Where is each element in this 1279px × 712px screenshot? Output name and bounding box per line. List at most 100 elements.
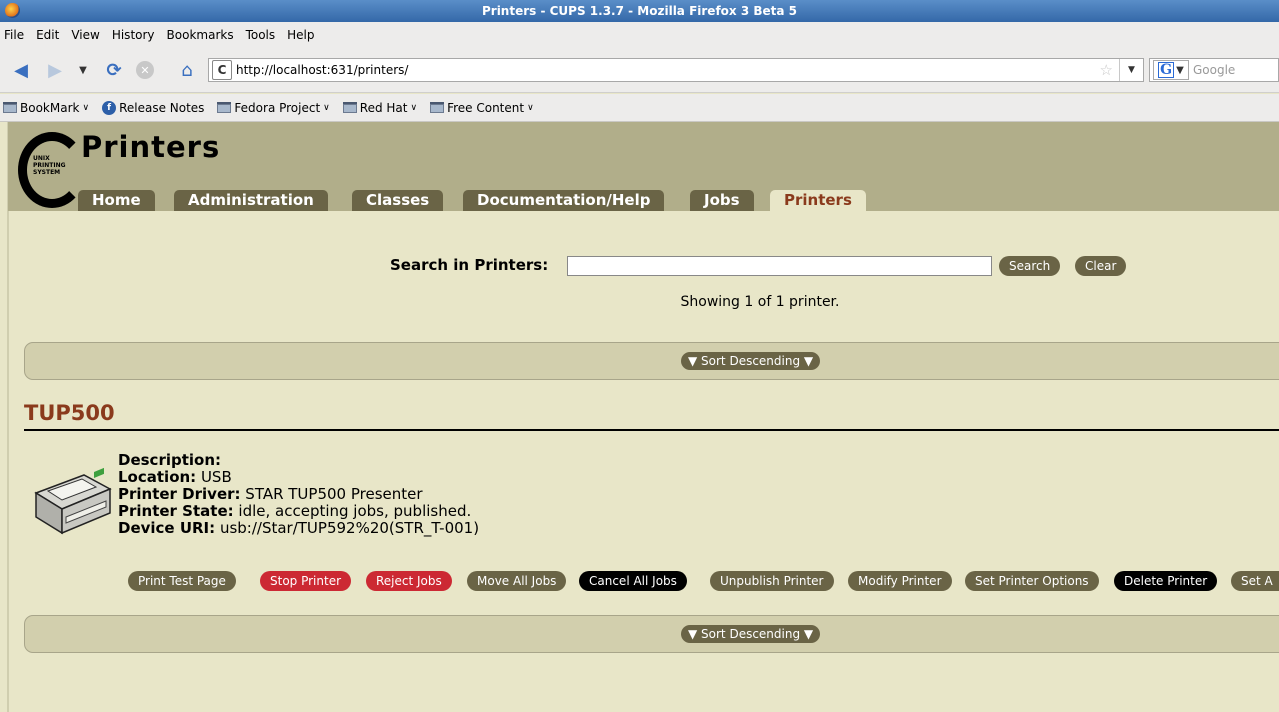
printer-search-form: Search in Printers: Search Clear — [0, 255, 1279, 277]
location-row: Location: USB — [118, 469, 479, 486]
bookmark-label: Release Notes — [119, 100, 205, 115]
bookmarks-toolbar: BookMark ∨ f Release Notes Fedora Projec… — [0, 94, 1279, 122]
printer-name-link[interactable]: TUP500 — [24, 401, 115, 425]
reload-icon[interactable]: ⟳ — [103, 59, 125, 81]
cups-header: UNIX PRINTING SYSTEM Printers Home Admin… — [8, 122, 1279, 211]
search-input[interactable] — [567, 256, 992, 276]
window-titlebar: Printers - CUPS 1.3.7 - Mozilla Firefox … — [0, 0, 1279, 22]
bookmark-label: Free Content — [447, 100, 525, 115]
navigation-toolbar: ◀ ▶ ▼ ⟳ ✕ ⌂ C http://localhost:631/print… — [0, 48, 1279, 93]
search-engine-selector[interactable]: G ▼ — [1153, 60, 1189, 80]
location-value: USB — [200, 468, 232, 486]
stop-icon[interactable]: ✕ — [136, 61, 154, 79]
menu-history[interactable]: History — [106, 28, 161, 42]
set-allowed-users-button[interactable]: Set A — [1231, 571, 1279, 591]
bookmark-label: Red Hat — [359, 100, 408, 115]
state-row: Printer State: idle, accepting jobs, pub… — [118, 503, 479, 520]
state-value: idle, accepting jobs, published. — [238, 502, 472, 520]
fedora-icon: f — [102, 100, 117, 115]
tab-home[interactable]: Home — [78, 190, 155, 211]
tab-printers[interactable]: Printers — [770, 190, 866, 211]
chevron-down-icon: ∨ — [410, 102, 418, 113]
search-label: Search in Printers: — [390, 256, 549, 274]
tab-documentation-help[interactable]: Documentation/Help — [463, 190, 665, 211]
folder-icon — [217, 102, 232, 113]
printer-divider — [24, 429, 1279, 431]
firefox-icon — [5, 3, 20, 18]
folder-icon — [430, 102, 445, 113]
window-title: Printers - CUPS 1.3.7 - Mozilla Firefox … — [481, 4, 798, 18]
forward-arrow-icon[interactable]: ▶ — [44, 59, 66, 81]
menu-bookmarks[interactable]: Bookmarks — [161, 28, 240, 42]
printer-icon — [34, 467, 112, 535]
printer-details: Description: Location: USB Printer Drive… — [118, 452, 479, 537]
sort-descending-button[interactable]: ▼ Sort Descending ▼ — [681, 625, 821, 643]
web-search-box[interactable]: G ▼ Google — [1149, 58, 1279, 82]
site-identity-icon[interactable]: C — [212, 60, 232, 80]
page-title: Printers — [81, 130, 221, 164]
logo-line: UNIX — [33, 155, 50, 162]
home-icon[interactable]: ⌂ — [176, 59, 198, 81]
logo-line: PRINTING — [33, 162, 66, 169]
chevron-down-icon: ∨ — [82, 102, 90, 113]
logo-line: SYSTEM — [33, 169, 61, 176]
bookmark-free-content[interactable]: Free Content ∨ — [430, 101, 534, 115]
driver-row: Printer Driver: STAR TUP500 Presenter — [118, 486, 479, 503]
move-all-jobs-button[interactable]: Move All Jobs — [467, 571, 567, 591]
delete-printer-button[interactable]: Delete Printer — [1114, 571, 1218, 591]
modify-printer-button[interactable]: Modify Printer — [848, 571, 952, 591]
results-count: Showing 1 of 1 printer. — [680, 294, 840, 310]
back-arrow-icon[interactable]: ◀ — [10, 59, 32, 81]
cups-tabs: Home Administration Classes Documentatio… — [8, 190, 1279, 211]
menu-tools[interactable]: Tools — [240, 28, 282, 42]
location-label: Location: — [118, 468, 197, 486]
url-bar[interactable]: C http://localhost:631/printers/ ☆ ▼ — [208, 58, 1144, 82]
url-text[interactable]: http://localhost:631/printers/ — [236, 63, 408, 77]
stop-printer-button[interactable]: Stop Printer — [260, 571, 352, 591]
search-button[interactable]: Search — [999, 256, 1061, 276]
tab-administration[interactable]: Administration — [174, 190, 328, 211]
unpublish-printer-button[interactable]: Unpublish Printer — [710, 571, 834, 591]
folder-icon — [3, 102, 17, 113]
google-icon: G — [1158, 62, 1175, 78]
bookmark-bookmark[interactable]: BookMark ∨ — [3, 101, 89, 115]
chevron-down-icon: ∨ — [527, 102, 534, 113]
cups-logo-text: UNIX PRINTING SYSTEM — [33, 155, 66, 176]
state-label: Printer State: — [118, 502, 234, 520]
url-dropdown-icon[interactable]: ▼ — [1119, 59, 1143, 81]
sort-bar-top: ▼ Sort Descending ▼ — [24, 342, 1279, 380]
tab-classes[interactable]: Classes — [352, 190, 444, 211]
set-printer-options-button[interactable]: Set Printer Options — [965, 571, 1099, 591]
description-row: Description: — [118, 452, 479, 469]
bookmark-release-notes[interactable]: f Release Notes — [102, 100, 205, 115]
menu-file[interactable]: File — [0, 28, 30, 42]
search-placeholder[interactable]: Google — [1193, 63, 1235, 77]
chevron-down-icon: ▼ — [1176, 64, 1184, 76]
menu-help[interactable]: Help — [281, 28, 320, 42]
bookmark-label: Fedora Project — [234, 100, 321, 115]
bookmark-fedora-project[interactable]: Fedora Project ∨ — [217, 100, 330, 115]
bookmark-star-icon[interactable]: ☆ — [1100, 61, 1113, 79]
menu-bar: File Edit View History Bookmarks Tools H… — [0, 22, 1279, 48]
driver-label: Printer Driver: — [118, 485, 241, 503]
folder-icon — [342, 102, 357, 113]
clear-button[interactable]: Clear — [1075, 256, 1127, 276]
tab-jobs[interactable]: Jobs — [690, 190, 754, 211]
uri-label: Device URI: — [118, 519, 216, 537]
menu-edit[interactable]: Edit — [30, 28, 65, 42]
bookmark-label: BookMark — [20, 100, 80, 115]
uri-value: usb://Star/TUP592%20(STR_T-001) — [219, 519, 480, 537]
sort-descending-button[interactable]: ▼ Sort Descending ▼ — [681, 352, 821, 370]
uri-row: Device URI: usb://Star/TUP592%20(STR_T-0… — [118, 520, 479, 537]
printer-actions: Print Test Page Stop Printer Reject Jobs… — [0, 571, 1279, 593]
description-label: Description: — [118, 451, 222, 469]
history-dropdown-icon[interactable]: ▼ — [76, 59, 90, 81]
menu-view[interactable]: View — [65, 28, 105, 42]
chevron-down-icon: ∨ — [323, 102, 330, 113]
driver-value: STAR TUP500 Presenter — [245, 485, 423, 503]
reject-jobs-button[interactable]: Reject Jobs — [366, 571, 452, 591]
page-content: UNIX PRINTING SYSTEM Printers Home Admin… — [0, 122, 1279, 712]
print-test-page-button[interactable]: Print Test Page — [128, 571, 236, 591]
bookmark-red-hat[interactable]: Red Hat ∨ — [342, 100, 418, 115]
cancel-all-jobs-button[interactable]: Cancel All Jobs — [579, 571, 687, 591]
